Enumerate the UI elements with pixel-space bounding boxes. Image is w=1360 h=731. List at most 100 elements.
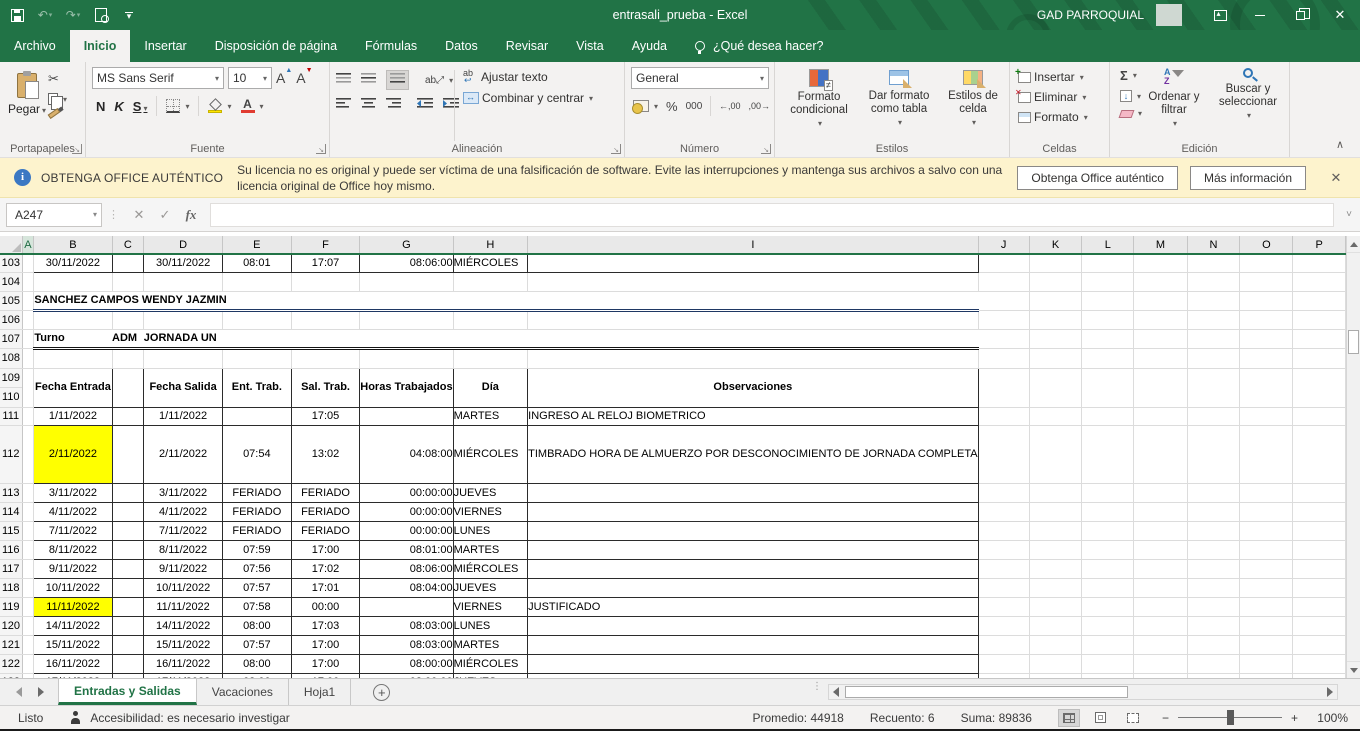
- cell[interactable]: [1082, 521, 1134, 540]
- cell[interactable]: 15/11/2022: [144, 635, 223, 654]
- zoom-out-button[interactable]: −: [1162, 711, 1169, 725]
- cell[interactable]: 30/11/2022: [144, 254, 223, 272]
- cell[interactable]: [22, 559, 34, 578]
- menu-tab-vista[interactable]: Vista: [562, 30, 618, 62]
- save-button[interactable]: [8, 5, 26, 25]
- row-header[interactable]: 115: [0, 521, 22, 540]
- cell[interactable]: [1187, 521, 1240, 540]
- cell[interactable]: 08:00: [222, 654, 291, 673]
- fill-button[interactable]: ↓: [1120, 90, 1143, 102]
- cell[interactable]: [978, 559, 1029, 578]
- cell[interactable]: [1134, 407, 1187, 425]
- cell[interactable]: [360, 407, 453, 425]
- cell[interactable]: 08:01:00: [360, 540, 453, 559]
- cell[interactable]: [1082, 559, 1134, 578]
- cell[interactable]: [528, 540, 978, 559]
- cell[interactable]: 15/11/2022: [34, 635, 112, 654]
- cell[interactable]: 3/11/2022: [34, 483, 112, 502]
- accessibility-status[interactable]: Accesibilidad: es necesario investigar: [69, 711, 289, 725]
- bold-button[interactable]: N: [96, 99, 105, 114]
- cell[interactable]: [1082, 654, 1134, 673]
- cell[interactable]: [34, 272, 112, 291]
- cell[interactable]: JUSTIFICADO: [528, 597, 978, 616]
- cell[interactable]: 08:03:00: [360, 635, 453, 654]
- cell[interactable]: 08:04:00: [360, 578, 453, 597]
- row-header[interactable]: 108: [0, 348, 22, 368]
- cell[interactable]: [978, 254, 1029, 272]
- cell[interactable]: [1029, 272, 1082, 291]
- cell[interactable]: [1029, 521, 1082, 540]
- cell[interactable]: [112, 635, 144, 654]
- align-top-button[interactable]: [336, 73, 351, 87]
- cell[interactable]: [1187, 597, 1240, 616]
- font-dialog-launcher[interactable]: [316, 144, 326, 154]
- cell[interactable]: [978, 483, 1029, 502]
- select-all-corner[interactable]: [0, 236, 22, 254]
- cell[interactable]: [453, 272, 528, 291]
- cell[interactable]: [978, 616, 1029, 635]
- cell[interactable]: [978, 329, 1029, 348]
- font-size-combo[interactable]: 10: [228, 67, 272, 89]
- cell[interactable]: [22, 329, 34, 348]
- cell[interactable]: [1187, 407, 1240, 425]
- cell[interactable]: MARTES: [453, 540, 528, 559]
- cell[interactable]: [1293, 483, 1346, 502]
- cell[interactable]: [1293, 540, 1346, 559]
- cell[interactable]: [528, 483, 978, 502]
- next-sheet-icon[interactable]: [38, 687, 44, 697]
- cell[interactable]: [1029, 407, 1082, 425]
- vertical-scrollbar-thumb[interactable]: [1348, 330, 1359, 354]
- close-warning-icon[interactable]: ✕: [1326, 170, 1346, 186]
- cell[interactable]: [978, 407, 1029, 425]
- align-right-button[interactable]: [386, 98, 401, 112]
- cell[interactable]: [22, 291, 34, 310]
- cell[interactable]: VIERNES: [453, 597, 528, 616]
- avatar[interactable]: [1156, 4, 1182, 26]
- cell[interactable]: [1187, 254, 1240, 272]
- customize-qat-button[interactable]: ▾: [120, 5, 138, 25]
- cell[interactable]: 8/11/2022: [144, 540, 223, 559]
- table-header-cell[interactable]: Fecha Salida: [144, 368, 223, 407]
- cell[interactable]: [1240, 597, 1293, 616]
- cell[interactable]: [22, 578, 34, 597]
- scroll-down-icon[interactable]: [1347, 661, 1360, 678]
- cell[interactable]: [1187, 310, 1240, 329]
- align-bottom-button[interactable]: [386, 70, 409, 90]
- cell[interactable]: 17:00: [291, 540, 359, 559]
- align-left-button[interactable]: [336, 98, 351, 112]
- cell[interactable]: [1293, 635, 1346, 654]
- cell[interactable]: JORNADA UN: [144, 329, 978, 348]
- cell[interactable]: [1293, 407, 1346, 425]
- cell[interactable]: [1187, 348, 1240, 368]
- alignment-dialog-launcher[interactable]: [611, 144, 621, 154]
- cell[interactable]: [112, 597, 144, 616]
- cell[interactable]: 7/11/2022: [34, 521, 112, 540]
- cell[interactable]: [1293, 502, 1346, 521]
- menu-tab-disposici-n-de-p-gina[interactable]: Disposición de página: [201, 30, 351, 62]
- cell[interactable]: [1240, 635, 1293, 654]
- cell[interactable]: 04:08:00: [360, 425, 453, 483]
- cell[interactable]: [978, 635, 1029, 654]
- cell[interactable]: [1134, 291, 1187, 310]
- table-header-cell[interactable]: [112, 368, 144, 407]
- cell[interactable]: [1029, 578, 1082, 597]
- cell[interactable]: [1134, 540, 1187, 559]
- cell[interactable]: 16/11/2022: [144, 654, 223, 673]
- cell[interactable]: [978, 540, 1029, 559]
- cell[interactable]: 08:06:00: [360, 254, 453, 272]
- cell[interactable]: [1187, 483, 1240, 502]
- cell[interactable]: [1293, 348, 1346, 368]
- menu-tab-f-rmulas[interactable]: Fórmulas: [351, 30, 431, 62]
- menu-tab-inicio[interactable]: Inicio: [70, 30, 131, 62]
- cell[interactable]: [1240, 425, 1293, 483]
- cell[interactable]: [1082, 407, 1134, 425]
- cell[interactable]: [978, 521, 1029, 540]
- cell[interactable]: [1240, 368, 1293, 407]
- insert-function-icon[interactable]: fx: [178, 207, 204, 223]
- cell[interactable]: [1029, 597, 1082, 616]
- cell[interactable]: [1293, 597, 1346, 616]
- column-header-E[interactable]: E: [222, 236, 291, 254]
- cell[interactable]: [112, 559, 144, 578]
- cell[interactable]: ADM: [112, 329, 144, 348]
- row-header[interactable]: 119: [0, 597, 22, 616]
